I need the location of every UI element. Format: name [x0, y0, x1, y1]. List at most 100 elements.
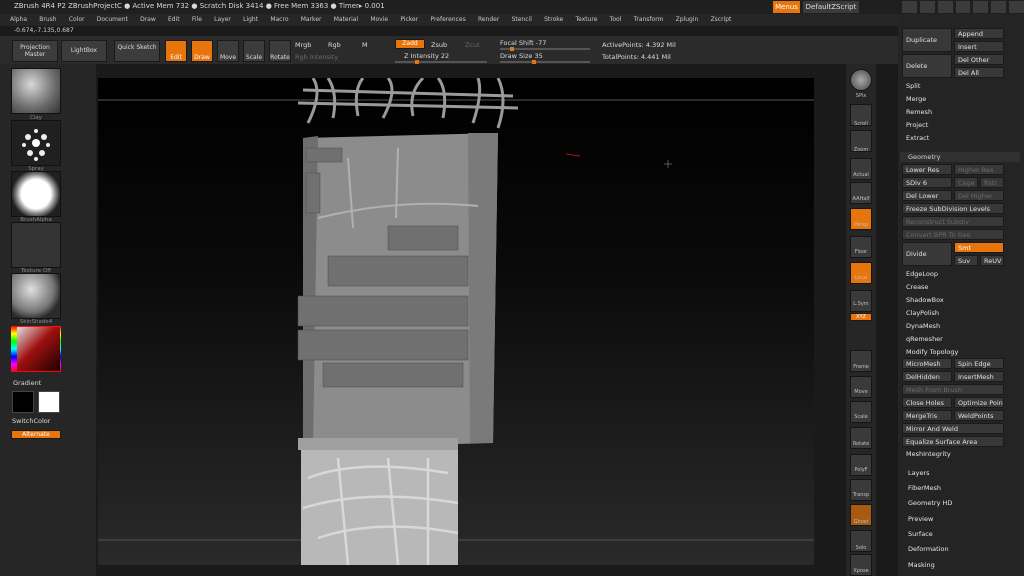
delete-button[interactable]: Delete	[902, 54, 952, 78]
menu-brush[interactable]: Brush	[39, 14, 56, 26]
convert-bpr-button[interactable]: Convert BPR To Geo	[902, 229, 1004, 240]
suv-toggle[interactable]: Suv	[954, 255, 978, 266]
menu-stencil[interactable]: Stencil	[512, 14, 532, 26]
rstr-button[interactable]: Rstr	[980, 177, 1004, 188]
edgeloop-section[interactable]: EdgeLoop	[906, 270, 938, 278]
menu-color[interactable]: Color	[69, 14, 85, 26]
menu-layer[interactable]: Layer	[214, 14, 231, 26]
menu-file[interactable]: File	[192, 14, 202, 26]
menu-tool[interactable]: Tool	[610, 14, 622, 26]
focal-shift-track[interactable]	[500, 47, 590, 51]
project-button[interactable]: Project	[906, 121, 928, 129]
rgb-toggle[interactable]: Rgb	[328, 41, 341, 49]
layout-icon[interactable]	[919, 1, 935, 13]
draw-button[interactable]: Draw	[191, 40, 213, 62]
divide-button[interactable]: Divide	[902, 242, 952, 266]
meshintegrity-section[interactable]: MeshIntegrity	[906, 450, 951, 458]
palette-icon[interactable]	[937, 1, 953, 13]
remesh-button[interactable]: Remesh	[906, 108, 932, 116]
texture-thumbnail[interactable]	[11, 222, 61, 268]
help-icon[interactable]	[902, 1, 917, 13]
lower-res-button[interactable]: Lower Res	[902, 164, 952, 175]
layers-section[interactable]: Layers	[908, 469, 930, 477]
projection-master-button[interactable]: Projection Master	[12, 40, 58, 62]
del-lower-button[interactable]: Del Lower	[902, 190, 952, 201]
edit-button[interactable]: Edit	[165, 40, 187, 62]
menu-stroke[interactable]: Stroke	[544, 14, 563, 26]
spin-edge-button[interactable]: Spin Edge	[954, 358, 1004, 369]
del-other-button[interactable]: Del Other	[954, 54, 1004, 65]
extract-button[interactable]: Extract	[906, 134, 929, 142]
reconstruct-subdiv-button[interactable]: Reconstruct Subdiv	[902, 216, 1004, 227]
fibermesh-section[interactable]: FiberMesh	[908, 484, 941, 492]
mesh-from-brush-button[interactable]: Mesh From Brush	[902, 384, 1004, 395]
lightbox-button[interactable]: LightBox	[61, 40, 107, 62]
masking-section[interactable]: Masking	[908, 561, 935, 569]
sdiv-slider[interactable]: SDiv 6	[902, 177, 952, 188]
menu-transform[interactable]: Transform	[634, 14, 664, 26]
minimize-icon[interactable]	[973, 1, 989, 13]
deformation-section[interactable]: Deformation	[908, 545, 949, 553]
menu-material[interactable]: Material	[334, 14, 358, 26]
optimize-points-button[interactable]: Optimize Points	[954, 397, 1004, 408]
menu-texture[interactable]: Texture	[575, 14, 597, 26]
default-zscript-button[interactable]: DefaultZScript	[803, 1, 859, 13]
secondary-color-swatch[interactable]	[38, 391, 60, 413]
menu-light[interactable]: Light	[243, 14, 258, 26]
alpha-thumbnail[interactable]	[11, 171, 61, 217]
menu-picker[interactable]: Picker	[400, 14, 418, 26]
menu-document[interactable]: Document	[97, 14, 128, 26]
draw-size-track[interactable]	[500, 60, 590, 64]
del-all-button[interactable]: Del All	[954, 67, 1004, 78]
qremesher-section[interactable]: qRemesher	[906, 335, 943, 343]
menu-alpha[interactable]: Alpha	[10, 14, 27, 26]
stroke-thumbnail[interactable]	[11, 120, 61, 166]
lock-icon[interactable]	[955, 1, 971, 13]
menu-preferences[interactable]: Preferences	[430, 14, 465, 26]
dynamesh-section[interactable]: DynaMesh	[906, 322, 940, 330]
mergetris-button[interactable]: MergeTris	[902, 410, 952, 421]
del-higher-button[interactable]: Del Higher	[954, 190, 1004, 201]
merge-button[interactable]: Merge	[906, 95, 926, 103]
geometry-section-header[interactable]: Geometry	[900, 152, 1020, 162]
duplicate-button[interactable]: Duplicate	[902, 28, 952, 52]
rotate-button[interactable]: Rotate	[269, 40, 291, 62]
claypolish-section[interactable]: ClayPolish	[906, 309, 939, 317]
menu-draw[interactable]: Draw	[140, 14, 156, 26]
insertmesh-button[interactable]: InsertMesh	[954, 371, 1004, 382]
equalize-surface-area-button[interactable]: Equalize Surface Area	[902, 436, 1004, 447]
freeze-subdivision-button[interactable]: Freeze SubDivision Levels	[902, 203, 1004, 214]
zadd-toggle[interactable]: Zadd	[395, 39, 425, 49]
geometry-hd-section[interactable]: Geometry HD	[908, 499, 952, 507]
preview-section[interactable]: Preview	[908, 515, 933, 523]
cage-button[interactable]: Cage	[954, 177, 978, 188]
mrgb-toggle[interactable]: Mrgb	[295, 41, 311, 49]
switch-color-button[interactable]: SwitchColor	[12, 417, 50, 425]
zcut-toggle[interactable]: Zcut	[465, 41, 480, 49]
scale-button[interactable]: Scale	[243, 40, 265, 62]
higher-res-button[interactable]: Higher Res	[954, 164, 1004, 175]
modify-topology-section[interactable]: Modify Topology	[906, 348, 958, 356]
menu-movie[interactable]: Movie	[370, 14, 388, 26]
focal-shift-slider[interactable]: Focal Shift -77	[500, 39, 546, 47]
weldpoints-button[interactable]: WeldPoints	[954, 410, 1004, 421]
micromesh-button[interactable]: MicroMesh	[902, 358, 952, 369]
draw-size-slider[interactable]: Draw Size 35	[500, 52, 543, 60]
menu-macro[interactable]: Macro	[270, 14, 288, 26]
zsub-toggle[interactable]: Zsub	[431, 41, 447, 49]
alternate-toggle[interactable]: Alternate	[11, 430, 61, 439]
quick-sketch-button[interactable]: Quick Sketch	[114, 40, 160, 62]
reuv-toggle[interactable]: ReUV	[980, 255, 1004, 266]
xyz-button[interactable]: XYZ	[850, 313, 872, 321]
menu-zscript[interactable]: Zscript	[711, 14, 732, 26]
rgb-intensity-slider[interactable]: Rgb Intensity	[295, 53, 338, 61]
brush-thumbnail[interactable]	[11, 68, 61, 114]
z-intensity-slider[interactable]: Z Intensity 22	[404, 52, 449, 60]
close-icon[interactable]	[1009, 1, 1024, 13]
close-holes-button[interactable]: Close Holes	[902, 397, 952, 408]
primary-color-swatch[interactable]	[12, 391, 34, 413]
smt-toggle[interactable]: Smt	[954, 242, 1004, 253]
menu-marker[interactable]: Marker	[301, 14, 322, 26]
menu-zplugin[interactable]: Zplugin	[676, 14, 699, 26]
color-picker[interactable]	[11, 326, 61, 372]
